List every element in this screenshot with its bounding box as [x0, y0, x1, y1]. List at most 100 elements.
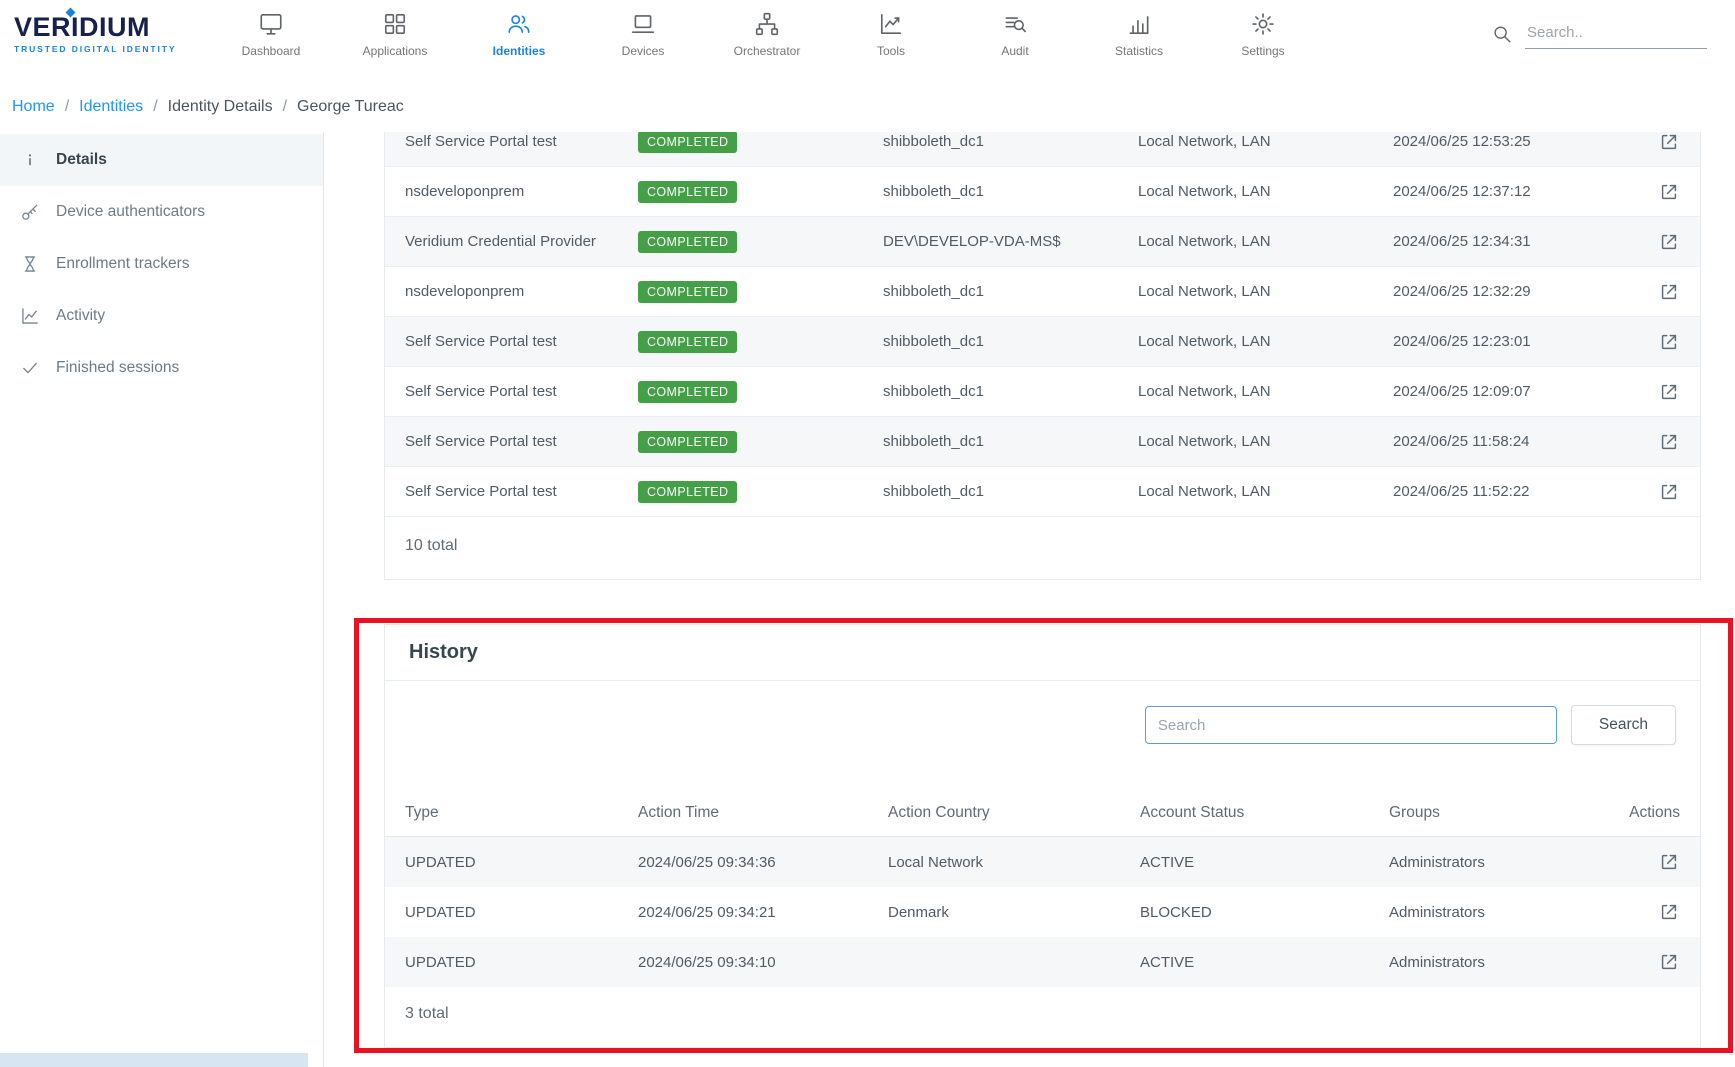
- open-session-icon[interactable]: [1658, 181, 1680, 203]
- sidebar-item-label: Device authenticators: [56, 203, 205, 221]
- nav-item-audit[interactable]: Audit: [975, 11, 1055, 58]
- session-row: Veridium Credential Provider COMPLETED D…: [385, 217, 1700, 267]
- open-session-icon[interactable]: [1658, 132, 1680, 153]
- breadcrumb-home[interactable]: Home: [12, 98, 55, 116]
- session-name: Self Service Portal test: [405, 333, 638, 350]
- orchestrator-icon: [754, 11, 780, 37]
- open-history-icon[interactable]: [1658, 951, 1680, 973]
- breadcrumb-separator: /: [283, 98, 287, 116]
- check-icon: [20, 358, 40, 378]
- sidebar: Details Device authenticators Enrollment…: [0, 132, 324, 1067]
- logo-wordmark: VERIDIUM: [14, 12, 150, 42]
- session-time: 2024/06/25 11:58:24: [1393, 433, 1632, 450]
- history-title: History: [409, 641, 478, 663]
- status-badge: COMPLETED: [638, 181, 737, 203]
- open-history-icon[interactable]: [1658, 901, 1680, 923]
- status-badge: COMPLETED: [638, 431, 737, 453]
- open-session-icon[interactable]: [1658, 381, 1680, 403]
- session-name: Self Service Portal test: [405, 383, 638, 400]
- column-action-time: Action Time: [638, 804, 888, 822]
- sidebar-item-device-authenticators[interactable]: Device authenticators: [0, 186, 323, 238]
- nav-item-identities[interactable]: Identities: [479, 11, 559, 58]
- open-session-icon[interactable]: [1658, 281, 1680, 303]
- history-action-time: 2024/06/25 09:34:21: [638, 904, 888, 921]
- nav-label: Tools: [877, 44, 905, 58]
- session-name: Veridium Credential Provider: [405, 233, 638, 250]
- breadcrumb-separator: /: [153, 98, 157, 116]
- nav-item-devices[interactable]: Devices: [603, 11, 683, 58]
- open-session-icon[interactable]: [1658, 331, 1680, 353]
- sidebar-scrollbar[interactable]: [0, 1053, 308, 1067]
- search-icon: [1491, 23, 1513, 45]
- nav-item-statistics[interactable]: Statistics: [1099, 11, 1179, 58]
- session-time: 2024/06/25 12:32:29: [1393, 283, 1632, 300]
- history-groups: Administrators: [1389, 954, 1620, 971]
- sidebar-item-label: Details: [56, 151, 107, 169]
- session-network: Local Network, LAN: [1138, 383, 1393, 400]
- session-time: 2024/06/25 12:34:31: [1393, 233, 1632, 250]
- open-session-icon[interactable]: [1658, 481, 1680, 503]
- identities-icon: [506, 11, 532, 37]
- hourglass-icon: [20, 254, 40, 274]
- session-host: shibboleth_dc1: [883, 483, 1138, 500]
- audit-icon: [1002, 11, 1028, 37]
- breadcrumb-identities[interactable]: Identities: [79, 98, 143, 116]
- open-session-icon[interactable]: [1658, 231, 1680, 253]
- history-search-button[interactable]: Search: [1571, 705, 1676, 745]
- sidebar-item-details[interactable]: Details: [0, 134, 323, 186]
- session-name: Self Service Portal test: [405, 483, 638, 500]
- history-total: 3 total: [385, 987, 1700, 1047]
- session-row: Self Service Portal test COMPLETED shibb…: [385, 317, 1700, 367]
- nav-item-tools[interactable]: Tools: [851, 11, 931, 58]
- status-badge: COMPLETED: [638, 381, 737, 403]
- nav-item-dashboard[interactable]: Dashboard: [231, 11, 311, 58]
- session-time: 2024/06/25 12:09:07: [1393, 383, 1632, 400]
- breadcrumb-separator: /: [65, 98, 69, 116]
- sidebar-item-enrollment-trackers[interactable]: Enrollment trackers: [0, 238, 323, 290]
- status-badge: COMPLETED: [638, 281, 737, 303]
- open-history-icon[interactable]: [1658, 851, 1680, 873]
- nav-item-settings[interactable]: Settings: [1223, 11, 1303, 58]
- open-session-icon[interactable]: [1658, 431, 1680, 453]
- tools-icon: [878, 11, 904, 37]
- nav-item-applications[interactable]: Applications: [355, 11, 435, 58]
- nav-label: Identities: [493, 44, 546, 58]
- history-action-country: Denmark: [888, 904, 1140, 921]
- status-badge: COMPLETED: [638, 132, 737, 153]
- column-type: Type: [405, 804, 638, 822]
- session-name: Self Service Portal test: [405, 133, 638, 150]
- session-row: Self Service Portal test COMPLETED shibb…: [385, 132, 1700, 167]
- global-search: [1491, 20, 1707, 49]
- sidebar-item-label: Activity: [56, 307, 105, 325]
- history-groups: Administrators: [1389, 854, 1620, 871]
- nav-label: Devices: [622, 44, 665, 58]
- session-network: Local Network, LAN: [1138, 483, 1393, 500]
- sidebar-item-activity[interactable]: Activity: [0, 290, 323, 342]
- sessions-table: Self Service Portal test COMPLETED shibb…: [384, 132, 1701, 580]
- column-groups: Groups: [1389, 804, 1620, 822]
- global-search-input[interactable]: [1525, 20, 1707, 49]
- breadcrumb-identity-details: Identity Details: [168, 98, 273, 116]
- nav-label: Audit: [1001, 44, 1028, 58]
- top-bar: VERIDIUM TRUSTED DIGITAL IDENTITY Dashbo…: [0, 0, 1735, 68]
- history-account-status: BLOCKED: [1140, 904, 1389, 921]
- column-action-country: Action Country: [888, 804, 1140, 822]
- history-row: UPDATED 2024/06/25 09:34:21 Denmark BLOC…: [385, 887, 1700, 937]
- history-action-time: 2024/06/25 09:34:10: [638, 954, 888, 971]
- sidebar-item-label: Enrollment trackers: [56, 255, 190, 273]
- history-type: UPDATED: [405, 904, 638, 921]
- history-search-input[interactable]: [1145, 706, 1557, 744]
- session-name: nsdeveloponprem: [405, 283, 638, 300]
- breadcrumb: Home / Identities / Identity Details / G…: [0, 68, 1735, 132]
- status-badge: COMPLETED: [638, 231, 737, 253]
- nav-label: Settings: [1241, 44, 1284, 58]
- session-time: 2024/06/25 11:52:22: [1393, 483, 1632, 500]
- history-action-country: Local Network: [888, 854, 1140, 871]
- dashboard-icon: [258, 11, 284, 37]
- nav-item-orchestrator[interactable]: Orchestrator: [727, 11, 807, 58]
- statistics-icon: [1126, 11, 1152, 37]
- session-row: nsdeveloponprem COMPLETED shibboleth_dc1…: [385, 267, 1700, 317]
- sessions-total: 10 total: [385, 517, 1700, 579]
- history-search-row: Search: [385, 681, 1700, 775]
- sidebar-item-finished-sessions[interactable]: Finished sessions: [0, 342, 323, 394]
